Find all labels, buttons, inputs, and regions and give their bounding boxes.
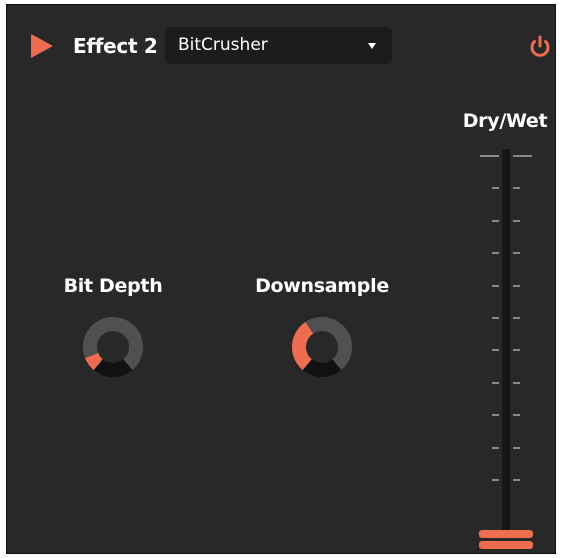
effect-type-value: BitCrusher xyxy=(178,35,268,55)
bit-depth-knob[interactable] xyxy=(79,313,147,381)
effect-label: Effect 2 xyxy=(73,34,158,58)
slider-tick xyxy=(513,479,520,481)
slider-tick xyxy=(492,317,499,319)
slider-tick xyxy=(492,219,499,222)
bit-depth-label: Bit Depth xyxy=(63,275,163,297)
effect-panel: Effect 2 BitCrusher Bit Depth Downsample… xyxy=(6,4,556,554)
knob-dial xyxy=(83,317,143,377)
slider-tick xyxy=(513,317,520,319)
slider-tick xyxy=(492,446,499,449)
power-button[interactable] xyxy=(527,34,553,60)
slider-tick xyxy=(492,252,499,255)
slider-tick xyxy=(492,381,499,384)
slider-tick xyxy=(492,479,499,481)
slider-tick xyxy=(513,446,520,449)
slider-tick xyxy=(480,155,499,157)
power-icon xyxy=(530,35,550,57)
slider-tick xyxy=(513,155,532,157)
slider-tick xyxy=(513,381,520,384)
slider-tick xyxy=(513,252,520,255)
knob-dial xyxy=(292,317,352,377)
dry-wet-slider[interactable] xyxy=(475,149,537,555)
slider-tick xyxy=(513,187,520,190)
slider-tick xyxy=(492,187,499,190)
slider-tick xyxy=(513,414,520,417)
chevron-down-icon xyxy=(368,43,376,49)
slider-tick xyxy=(513,219,520,222)
slider-tick xyxy=(492,284,499,287)
effect-type-dropdown[interactable]: BitCrusher xyxy=(165,27,392,64)
downsample-label: Downsample xyxy=(255,275,389,297)
slider-track xyxy=(502,149,510,531)
downsample-knob[interactable] xyxy=(288,313,356,381)
slider-tick xyxy=(492,414,499,417)
slider-tick xyxy=(513,284,520,287)
slider-tick xyxy=(513,349,520,352)
slider-thumb[interactable] xyxy=(479,530,533,550)
dry-wet-label: Dry/Wet xyxy=(462,110,548,132)
slider-tick xyxy=(492,349,499,352)
play-icon[interactable] xyxy=(31,34,53,58)
